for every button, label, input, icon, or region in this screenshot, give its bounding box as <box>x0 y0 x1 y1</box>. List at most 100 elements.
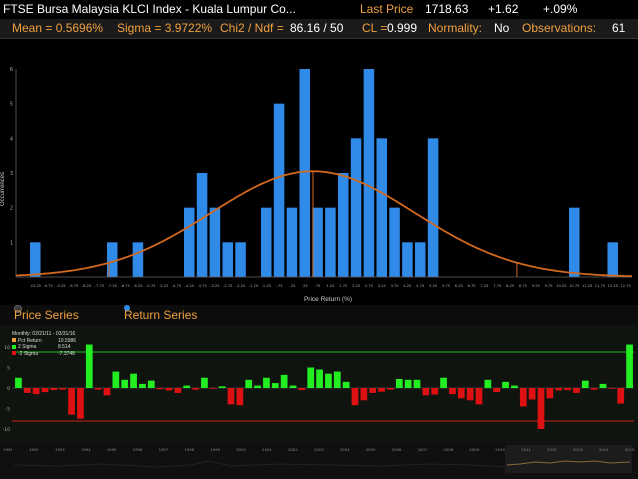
year-label: 1998 <box>184 447 194 452</box>
return-bar <box>280 374 288 388</box>
return-bar <box>378 388 385 392</box>
histogram-bar <box>312 207 323 277</box>
normality-value: No <box>494 21 510 35</box>
observations-label: Observations: <box>522 21 597 35</box>
x-tick-label: 3.25 <box>378 284 386 288</box>
year-label: 2014 <box>599 447 609 452</box>
tab-price-series-label: Price Series <box>14 308 79 322</box>
return-y-tick: -10 <box>3 427 10 433</box>
x-tick-label: 4.25 <box>403 284 411 288</box>
histogram-bar <box>222 242 234 277</box>
x-tick-label: -9.25 <box>56 284 65 288</box>
return-y-tick: 5 <box>7 366 10 372</box>
return-bar <box>183 385 191 388</box>
year-label: 1994 <box>81 447 91 452</box>
return-bar <box>360 388 368 401</box>
return-bar <box>404 379 412 388</box>
y-tick-label: 3 <box>10 171 13 177</box>
return-bar <box>165 388 173 391</box>
return-y-tick: -5 <box>6 407 11 413</box>
year-label: 1992 <box>29 447 39 452</box>
x-tick-label: 12.75 <box>620 284 630 288</box>
x-tick-label: -8.25 <box>82 284 91 288</box>
x-tick-label: 1.75 <box>339 284 347 288</box>
return-bar <box>103 388 111 396</box>
histogram-bar <box>337 173 349 277</box>
return-bar <box>85 344 93 388</box>
x-tick-label: 8.75 <box>519 284 527 288</box>
x-tick-label: 10.75 <box>569 284 579 288</box>
year-label: 2015 <box>625 447 635 452</box>
return-bar <box>546 388 554 399</box>
histogram-bar <box>29 242 41 277</box>
histogram-bar <box>350 138 362 277</box>
chi2-value: 86.16 / 50 <box>290 21 344 35</box>
return-bar <box>475 388 483 405</box>
year-label: 2007 <box>418 447 428 452</box>
return-bar <box>112 371 120 388</box>
return-bar <box>130 373 137 388</box>
return-bar <box>466 388 474 401</box>
return-bar <box>121 379 129 388</box>
return-bar <box>68 388 75 415</box>
x-tick-label: 1.25 <box>326 284 334 288</box>
tab-return-series-label: Return Series <box>124 308 198 322</box>
histogram-bar <box>389 207 400 277</box>
year-label: 1995 <box>107 447 117 452</box>
return-bar <box>431 388 439 395</box>
return-bar <box>502 381 509 388</box>
return-bar <box>617 388 625 404</box>
x-tick-label: -5.25 <box>159 284 168 288</box>
return-bar <box>316 369 323 388</box>
return-bar <box>41 388 49 393</box>
x-tick-label: 9.25 <box>532 284 540 288</box>
x-tick-label: -6.25 <box>133 284 142 288</box>
histogram-bar <box>260 207 272 277</box>
year-label: 2004 <box>340 447 350 452</box>
return-bar <box>245 379 253 388</box>
x-tick-label: -4.75 <box>172 284 181 288</box>
orange-square-icon <box>12 338 16 343</box>
x-tick-label: 6.25 <box>455 284 463 288</box>
return-bar <box>209 388 217 389</box>
histogram-bar <box>414 242 426 277</box>
y-tick-label: 6 <box>10 67 13 73</box>
stats-bar: Mean = 0.5696% Sigma = 3.9722% Chi2 / Nd… <box>0 19 638 39</box>
mean-stat: Mean = 0.5696% <box>12 21 104 35</box>
x-tick-label: -10.25 <box>30 284 42 288</box>
return-bar <box>156 388 164 390</box>
year-label: 1991 <box>3 447 13 452</box>
return-bar <box>413 379 421 388</box>
return-bar <box>573 388 580 393</box>
histogram-bar <box>376 138 388 277</box>
histogram-bar <box>235 242 246 277</box>
x-tick-label: -3.25 <box>210 284 219 288</box>
return-legend: Monthly: 02/21/11 - 03/31/16 Pct Return 1… <box>12 331 76 357</box>
price-change-pct: +.09% <box>543 2 578 16</box>
return-bar <box>192 388 199 390</box>
return-bar <box>147 380 155 388</box>
return-bar <box>395 378 403 388</box>
year-label: 1999 <box>210 447 220 452</box>
observations-value: 61 <box>612 21 626 35</box>
return-bar <box>59 388 67 390</box>
return-bar <box>139 383 146 388</box>
return-bar <box>449 388 456 395</box>
x-tick-label: 3.75 <box>391 284 399 288</box>
cl-value: 0.999 <box>387 21 418 35</box>
return-bar <box>342 381 350 388</box>
return-bar <box>493 388 501 393</box>
histogram-bar <box>427 138 439 277</box>
histogram-bar <box>607 242 619 277</box>
year-label: 2009 <box>469 447 479 452</box>
histogram-bar <box>568 207 580 277</box>
year-label: 1993 <box>55 447 65 452</box>
return-bar <box>307 367 315 388</box>
x-tick-label: 6.75 <box>468 284 476 288</box>
year-label: 2005 <box>366 447 376 452</box>
x-tick-label: -7.75 <box>95 284 104 288</box>
return-y-tick: 10 <box>4 345 10 351</box>
last-price-label: Last Price <box>360 2 414 16</box>
return-bar <box>555 388 563 391</box>
year-label: 2006 <box>392 447 402 452</box>
